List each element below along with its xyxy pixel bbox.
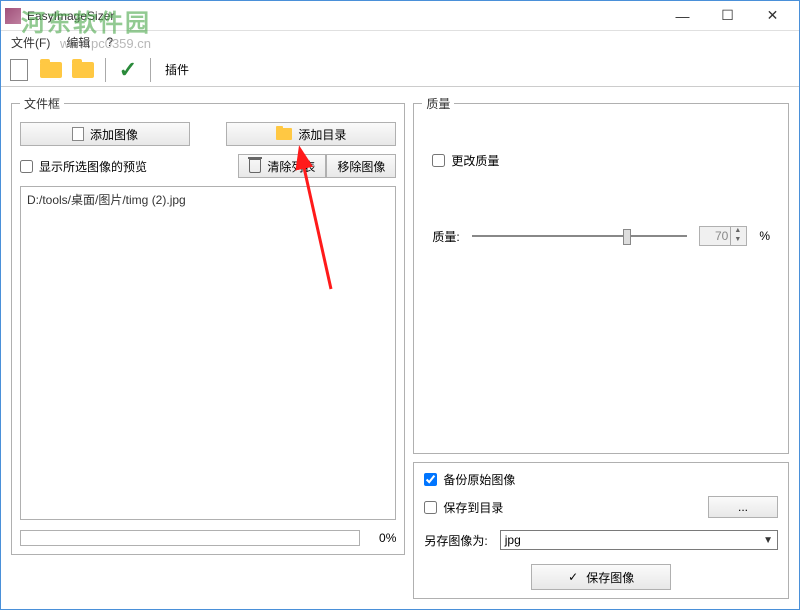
toolbar-plugin-label[interactable]: 插件 xyxy=(159,61,195,78)
add-folder-label: 添加目录 xyxy=(298,126,346,143)
clear-list-label: 清除列表 xyxy=(267,158,315,175)
maximize-button[interactable]: ☐ xyxy=(705,2,750,30)
save-as-label: 另存图像为: xyxy=(424,532,487,549)
list-item[interactable]: D:/tools/桌面/图片/timg (2).jpg xyxy=(27,191,389,208)
right-panel: 质量 更改质量 质量: xyxy=(413,95,789,599)
quality-slider[interactable] xyxy=(472,227,688,245)
save-to-folder-checkbox-wrap[interactable]: 保存到目录 xyxy=(424,499,503,516)
quality-label: 质量: xyxy=(432,228,459,245)
add-image-button[interactable]: 添加图像 xyxy=(20,122,190,146)
file-box-fieldset: 文件框 添加图像 添加目录 显示所选图像的预览 xyxy=(11,95,405,555)
minimize-button[interactable]: — xyxy=(660,2,705,30)
toolbar-folder2-icon[interactable] xyxy=(69,56,97,84)
backup-original-checkbox[interactable] xyxy=(424,473,437,486)
close-button[interactable]: ✕ xyxy=(750,2,795,30)
toolbar-folder-icon[interactable] xyxy=(37,56,65,84)
save-to-folder-checkbox[interactable] xyxy=(424,501,437,514)
menubar: 文件(F) 编辑 ? xyxy=(1,31,799,53)
content-area: 文件框 添加图像 添加目录 显示所选图像的预览 xyxy=(1,87,799,609)
progress-label: 0% xyxy=(360,531,396,545)
change-quality-label: 更改质量 xyxy=(451,152,499,169)
spinner-down-icon[interactable]: ▼ xyxy=(730,236,744,245)
toolbar-separator xyxy=(105,58,106,82)
add-image-label: 添加图像 xyxy=(90,126,138,143)
app-window: EasyImageSizer — ☐ ✕ 文件(F) 编辑 ? ✓ 插件 文件框 xyxy=(0,0,800,610)
save-to-folder-label: 保存到目录 xyxy=(443,499,503,516)
slider-track xyxy=(472,235,688,237)
spinner-up-icon[interactable]: ▲ xyxy=(730,227,744,236)
app-icon xyxy=(5,8,21,24)
format-selected-value: jpg xyxy=(505,533,521,547)
titlebar: EasyImageSizer — ☐ ✕ xyxy=(1,1,799,31)
format-row: 另存图像为: jpg ▼ xyxy=(424,530,778,550)
output-block: 备份原始图像 保存到目录 ... 另存图像为: jpg ▼ xyxy=(413,462,789,599)
window-controls: — ☐ ✕ xyxy=(660,2,795,30)
change-quality-checkbox[interactable] xyxy=(432,154,445,167)
toolbar-check-icon[interactable]: ✓ xyxy=(114,56,142,84)
check-icon: ✓ xyxy=(568,570,578,584)
percent-label: % xyxy=(759,229,770,243)
quality-fieldset: 质量 更改质量 质量: xyxy=(413,95,789,454)
quality-value-input[interactable] xyxy=(700,229,730,243)
change-quality-checkbox-wrap[interactable]: 更改质量 xyxy=(432,152,499,169)
file-list[interactable]: D:/tools/桌面/图片/timg (2).jpg xyxy=(20,186,396,520)
chevron-down-icon: ▼ xyxy=(763,535,773,546)
file-box-legend: 文件框 xyxy=(20,95,64,112)
backup-original-checkbox-wrap[interactable]: 备份原始图像 xyxy=(424,471,515,488)
toolbar-new-doc-icon[interactable] xyxy=(5,56,33,84)
clear-list-button[interactable]: 清除列表 xyxy=(238,154,326,178)
left-panel: 文件框 添加图像 添加目录 显示所选图像的预览 xyxy=(11,95,405,599)
toolbar: ✓ 插件 xyxy=(1,53,799,87)
show-preview-checkbox-wrap[interactable]: 显示所选图像的预览 xyxy=(20,158,147,175)
browse-path-button[interactable]: ... xyxy=(708,496,778,518)
folder-icon xyxy=(276,128,292,140)
remove-image-button[interactable]: 移除图像 xyxy=(326,154,396,178)
document-icon xyxy=(72,127,84,141)
quality-row: 质量: ▲ ▼ % xyxy=(432,226,770,246)
trash-icon xyxy=(249,159,261,173)
show-preview-checkbox[interactable] xyxy=(20,160,33,173)
backup-original-label: 备份原始图像 xyxy=(443,471,515,488)
toolbar-separator-2 xyxy=(150,58,151,82)
quality-legend: 质量 xyxy=(422,95,454,112)
save-image-label: 保存图像 xyxy=(586,569,634,586)
window-title: EasyImageSizer xyxy=(27,9,660,23)
quality-spinner[interactable]: ▲ ▼ xyxy=(699,226,747,246)
add-folder-button[interactable]: 添加目录 xyxy=(226,122,396,146)
menu-file[interactable]: 文件(F) xyxy=(5,32,56,53)
save-image-button[interactable]: ✓ 保存图像 xyxy=(531,564,671,590)
slider-thumb[interactable] xyxy=(623,229,631,245)
show-preview-label: 显示所选图像的预览 xyxy=(39,158,147,175)
menu-edit[interactable]: 编辑 xyxy=(60,32,96,53)
progress-row: 0% xyxy=(20,530,396,546)
menu-help[interactable]: ? xyxy=(100,33,119,51)
progress-bar xyxy=(20,530,360,546)
remove-image-label: 移除图像 xyxy=(337,158,385,175)
format-select[interactable]: jpg ▼ xyxy=(500,530,778,550)
